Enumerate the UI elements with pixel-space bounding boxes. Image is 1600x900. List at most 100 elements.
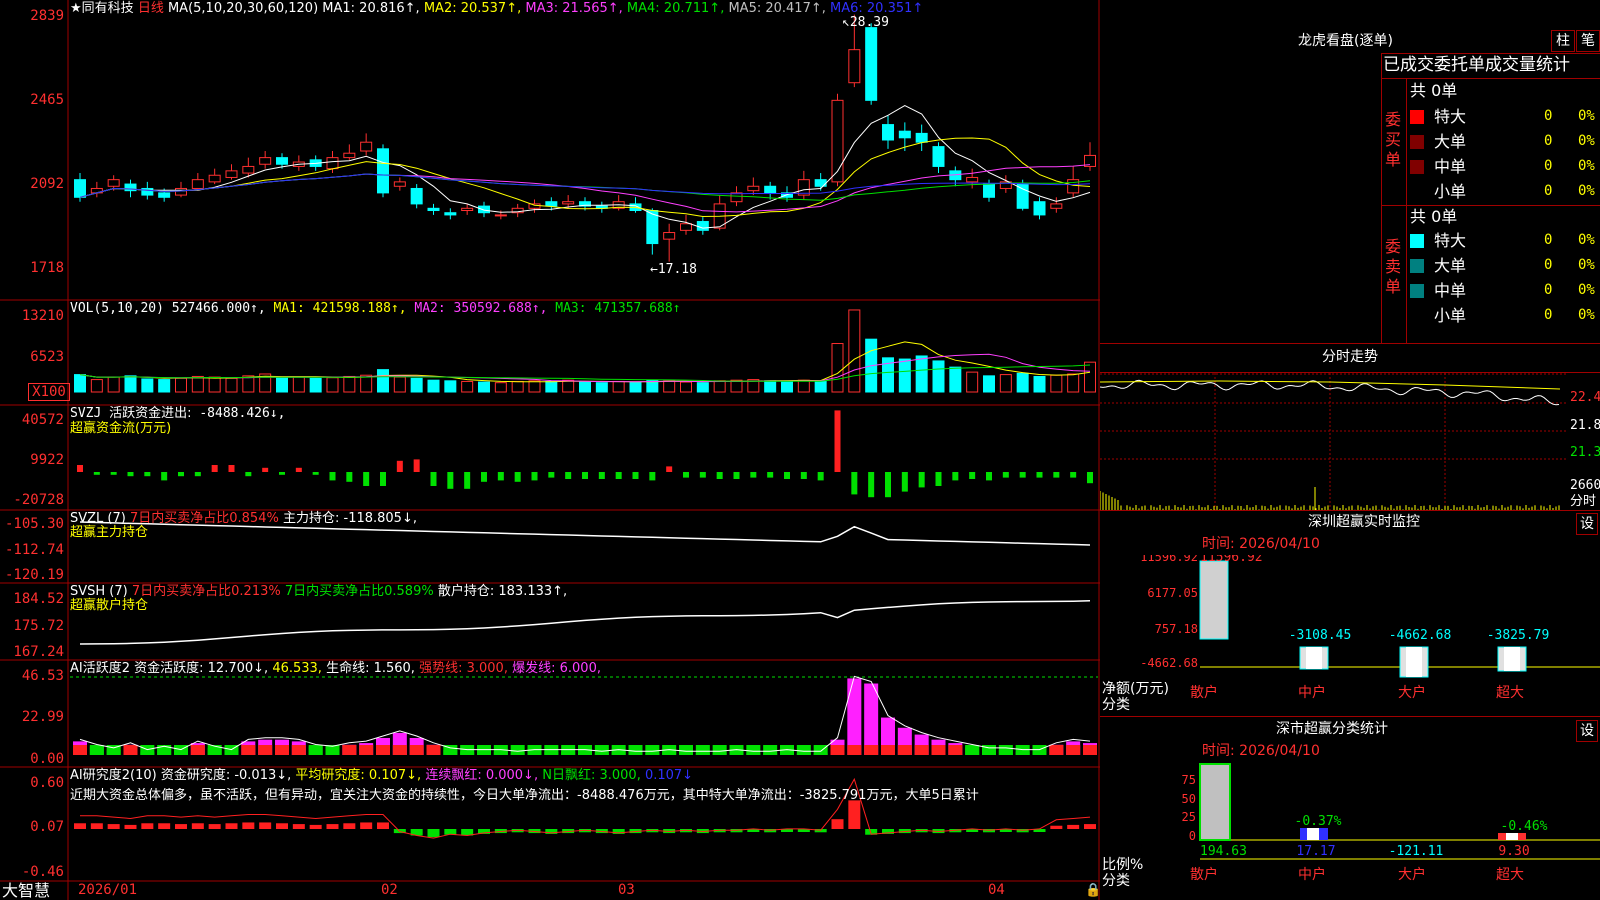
volume-bar xyxy=(276,377,288,393)
candle-body xyxy=(562,201,575,205)
activity-base xyxy=(628,745,643,755)
sc-ytick: 25 xyxy=(1182,810,1196,824)
volume-bar xyxy=(848,309,861,393)
sz-settings-button[interactable]: 设 xyxy=(1576,513,1598,535)
kline-ytick: 2465 xyxy=(30,92,64,108)
svzj-bar xyxy=(447,472,454,489)
research-bar xyxy=(848,800,861,829)
date-axis-label: 04 xyxy=(988,882,1005,898)
activity-base xyxy=(830,745,845,755)
sz-bar xyxy=(1199,560,1229,640)
ai-res-ytick: -0.46 xyxy=(21,864,64,880)
activity-base xyxy=(1066,745,1081,755)
volume-bar xyxy=(528,380,541,393)
ai-act-e: 爆发线: 6.000, xyxy=(512,661,601,676)
svzj-ytick: -20728 xyxy=(13,492,64,508)
volume-bar xyxy=(478,381,490,393)
volume-bar xyxy=(309,377,322,393)
ai-res-d: N日飘红: 3.000, xyxy=(542,768,641,783)
volume-bar xyxy=(444,380,457,393)
color-swatch xyxy=(1410,284,1424,298)
period-label[interactable]: 日线 xyxy=(138,1,164,16)
app-logo[interactable]: 大智慧 xyxy=(2,882,50,900)
intraday-title[interactable]: 分时走势 xyxy=(1322,350,1378,365)
sz-unit-label: 净额(万元) xyxy=(1102,681,1169,697)
svzj-bar xyxy=(598,472,605,479)
sc-ytick: 75 xyxy=(1182,773,1196,787)
order-row-pct: 0% xyxy=(1578,232,1595,248)
sz-category: 超大 xyxy=(1496,685,1524,701)
sc-bar xyxy=(1199,763,1231,841)
intraday-chart[interactable] xyxy=(1100,373,1568,511)
volume-bar xyxy=(377,369,389,393)
svzj-bar xyxy=(514,472,521,482)
svzj-bar xyxy=(817,472,824,481)
order-row-count: 0 xyxy=(1544,232,1553,248)
tick-mode-button[interactable]: 笔 xyxy=(1576,30,1600,52)
kline-chart-svg[interactable] xyxy=(0,0,1100,900)
volume-bar xyxy=(663,380,676,393)
svsh-ytick: 167.24 xyxy=(13,644,64,660)
star-icon[interactable]: ★ xyxy=(70,1,82,16)
volume-bar xyxy=(915,355,928,393)
lock-icon[interactable]: 🔒 xyxy=(1085,883,1101,898)
svsh-line xyxy=(79,600,1091,645)
candle-body xyxy=(276,157,288,165)
candle-body xyxy=(747,185,760,192)
ai-res-a: 资金研究度: -0.013↓, xyxy=(160,768,292,783)
svzj-bar xyxy=(784,472,790,479)
order-row-pct: 0% xyxy=(1578,282,1595,298)
research-bar xyxy=(309,824,322,829)
sell-order-label: 委卖单 xyxy=(1385,237,1402,296)
activity-base xyxy=(89,745,104,755)
ma4-value: MA4: 20.711↑, xyxy=(626,1,725,16)
svzj-bar xyxy=(750,472,757,478)
svsh-prefix: SVSH (7) xyxy=(70,584,128,599)
svzj-bar xyxy=(279,472,285,475)
activity-bar xyxy=(864,683,879,755)
activity-base xyxy=(426,745,441,755)
color-swatch xyxy=(1410,110,1424,124)
svzj-bar xyxy=(649,472,656,481)
activity-base xyxy=(864,745,879,755)
sz-bar-value: -3108.45 xyxy=(1289,628,1352,643)
order-row: 小单 0 0% xyxy=(1410,181,1600,203)
candle-body xyxy=(932,146,945,167)
vol-unit-button[interactable]: X100 xyxy=(28,383,70,401)
activity-base xyxy=(359,745,374,755)
svsh-desc2: 7日内买卖净占比0.589% xyxy=(284,584,434,599)
order-row-name: 特大 xyxy=(1434,231,1467,250)
vol-ytick: 13210 xyxy=(21,308,64,324)
sc-bar-inner xyxy=(1307,828,1319,840)
research-bar xyxy=(1050,825,1063,829)
svzl-subtitle: 超赢主力持仓 xyxy=(70,525,149,540)
activity-base xyxy=(510,745,525,755)
svzj-bar xyxy=(329,472,336,481)
sz-bar-value: 11596.92 xyxy=(1200,555,1263,565)
svzl-value: -118.805↓, xyxy=(343,511,417,526)
volume-bar xyxy=(74,374,86,393)
sc-time: 时间: 2026/04/10 xyxy=(1202,743,1320,759)
candle-body xyxy=(107,179,120,187)
ai-activity-bars xyxy=(70,675,1098,755)
svzj-bar xyxy=(851,472,858,495)
candle-body xyxy=(461,207,474,212)
intraday-ytick: 21.33 xyxy=(1570,445,1600,460)
volume-bar xyxy=(461,380,474,393)
date-axis-label: 2026/01 xyxy=(78,882,138,898)
svzj-bar xyxy=(194,472,201,477)
kline-ytick: 1718 xyxy=(30,260,64,276)
volume-bar xyxy=(494,382,507,393)
ai-act-ytick: 22.99 xyxy=(21,709,64,725)
order-row-count: 0 xyxy=(1544,133,1553,149)
main-chart-area[interactable]: ★同有科技 日线 MA(5,10,20,30,60,120) MA1: 20.8… xyxy=(0,0,1101,900)
svzj-bar xyxy=(228,465,235,472)
color-swatch xyxy=(1410,259,1424,273)
volume-bar xyxy=(326,377,339,393)
volume-bar xyxy=(831,343,844,393)
candle-body xyxy=(898,130,911,139)
intraday-vol-tick: 26600 xyxy=(1570,478,1600,493)
sc-settings-button[interactable]: 设 xyxy=(1576,720,1598,742)
activity-base xyxy=(763,745,778,755)
column-mode-button[interactable]: 柱 xyxy=(1551,30,1575,52)
